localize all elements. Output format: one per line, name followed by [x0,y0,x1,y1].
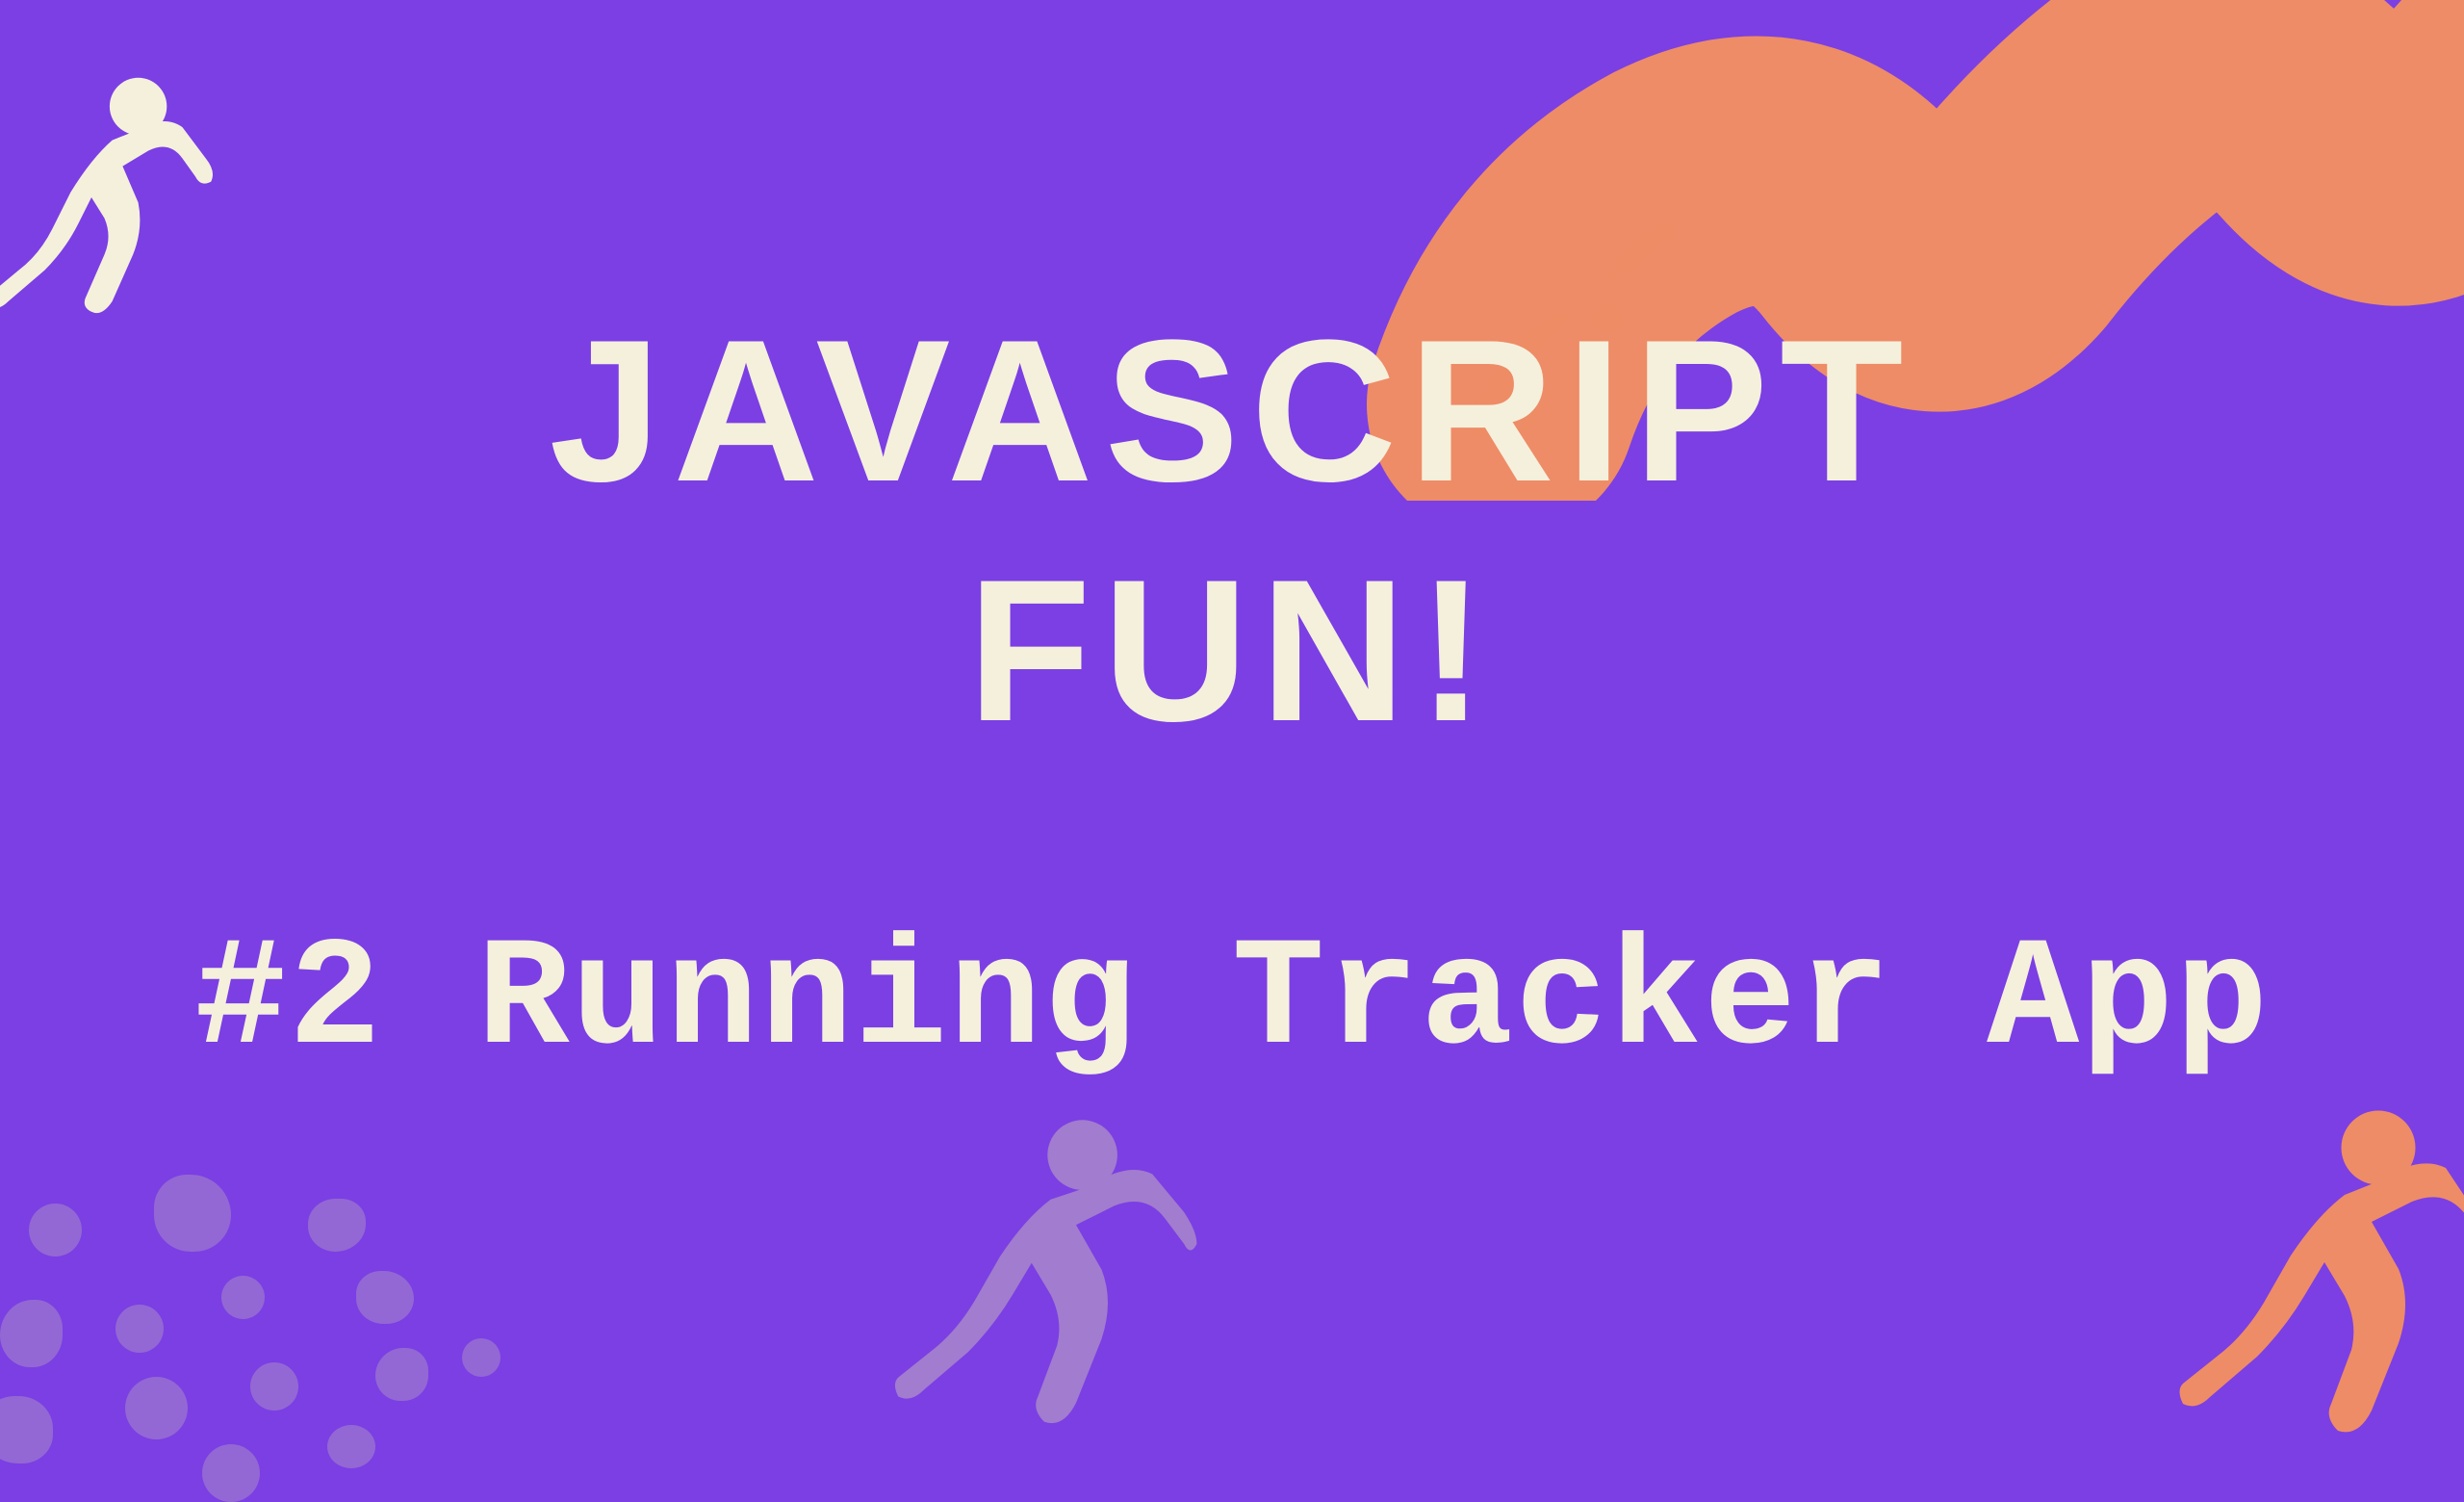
main-title-line2: FUN! [967,534,1497,767]
dots-decoration [0,1030,597,1463]
runner-icon [2156,1107,2464,1444]
main-title-line1: JAVASCRIPT [549,279,1914,542]
runner-icon [0,67,221,327]
subtitle: #2 Running Tracker App [194,915,2270,1089]
runner-icon [886,1117,1203,1435]
promo-banner: JAVASCRIPT FUN! #2 Running Tracker App [0,0,2464,1386]
